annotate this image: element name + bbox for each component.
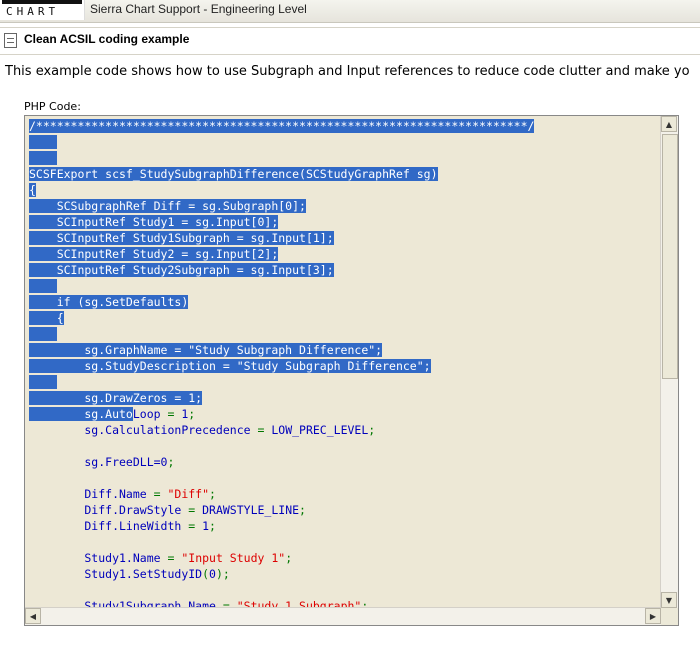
code-line: SCInputRef Study2Subgraph = sg.Input[3]; xyxy=(29,263,334,277)
code-line: sg.AutoLoop = 1; xyxy=(29,407,196,421)
code-line xyxy=(29,278,662,294)
scroll-left-icon[interactable]: ◀ xyxy=(25,608,41,624)
code-line: Study1.SetStudyID(0); xyxy=(29,567,230,581)
code-line xyxy=(29,150,662,166)
code-line: sg.FreeDLL=0; xyxy=(29,455,175,469)
code-line: sg.DrawZeros = 1; xyxy=(29,391,203,405)
logo-text: CHART xyxy=(6,5,60,18)
scroll-down-icon[interactable]: ▼ xyxy=(661,592,677,608)
code-block-label: PHP Code: xyxy=(24,100,81,113)
thread-title: Clean ACSIL coding example xyxy=(24,32,190,46)
code-line: Diff.DrawStyle = DRAWSTYLE_LINE; xyxy=(29,503,306,517)
code-line: { xyxy=(29,183,36,197)
vertical-scroll-thumb[interactable] xyxy=(662,134,678,379)
scrollbar-corner xyxy=(661,608,678,625)
document-icon xyxy=(4,33,17,48)
scroll-up-icon[interactable]: ▲ xyxy=(661,116,677,132)
code-viewport[interactable]: /***************************************… xyxy=(29,118,662,608)
code-line: SCInputRef Study1Subgraph = sg.Input[1]; xyxy=(29,231,334,245)
code-block[interactable]: /***************************************… xyxy=(24,115,679,626)
sierra-chart-logo[interactable]: CHART xyxy=(0,0,85,20)
code-line: if (sg.SetDefaults) xyxy=(29,295,189,309)
code-line xyxy=(29,326,662,342)
code-line: sg.StudyDescription = "Study Subgraph Di… xyxy=(29,359,431,373)
code-line: SCInputRef Study1 = sg.Input[0]; xyxy=(29,215,279,229)
site-header: CHART Sierra Chart Support - Engineering… xyxy=(0,0,700,23)
thread-title-row: Clean ACSIL coding example xyxy=(0,27,700,55)
code-line: /***************************************… xyxy=(29,119,535,133)
site-title[interactable]: Sierra Chart Support - Engineering Level xyxy=(90,1,307,17)
vertical-scrollbar[interactable]: ▲ ▼ xyxy=(660,116,678,608)
code-line: sg.CalculationPrecedence = LOW_PREC_LEVE… xyxy=(29,423,376,437)
horizontal-scrollbar[interactable]: ◀ ▶ xyxy=(25,607,661,625)
code-line xyxy=(29,374,662,390)
code-line: Study1.Name = "Input Study 1"; xyxy=(29,551,293,565)
code-line: SCSFExport scsf_StudySubgraphDifference(… xyxy=(29,167,438,181)
code-line: { xyxy=(29,311,64,325)
code-line: sg.GraphName = "Study Subgraph Differenc… xyxy=(29,343,383,357)
code-line xyxy=(29,134,662,150)
code-line: Diff.LineWidth = 1; xyxy=(29,519,216,533)
code-line: SCInputRef Study2 = sg.Input[2]; xyxy=(29,247,279,261)
post-body-text: This example code shows how to use Subgr… xyxy=(5,64,690,79)
code-line: Diff.Name = "Diff"; xyxy=(29,487,216,501)
code-line: SCSubgraphRef Diff = sg.Subgraph[0]; xyxy=(29,199,306,213)
scroll-right-icon[interactable]: ▶ xyxy=(645,608,661,624)
